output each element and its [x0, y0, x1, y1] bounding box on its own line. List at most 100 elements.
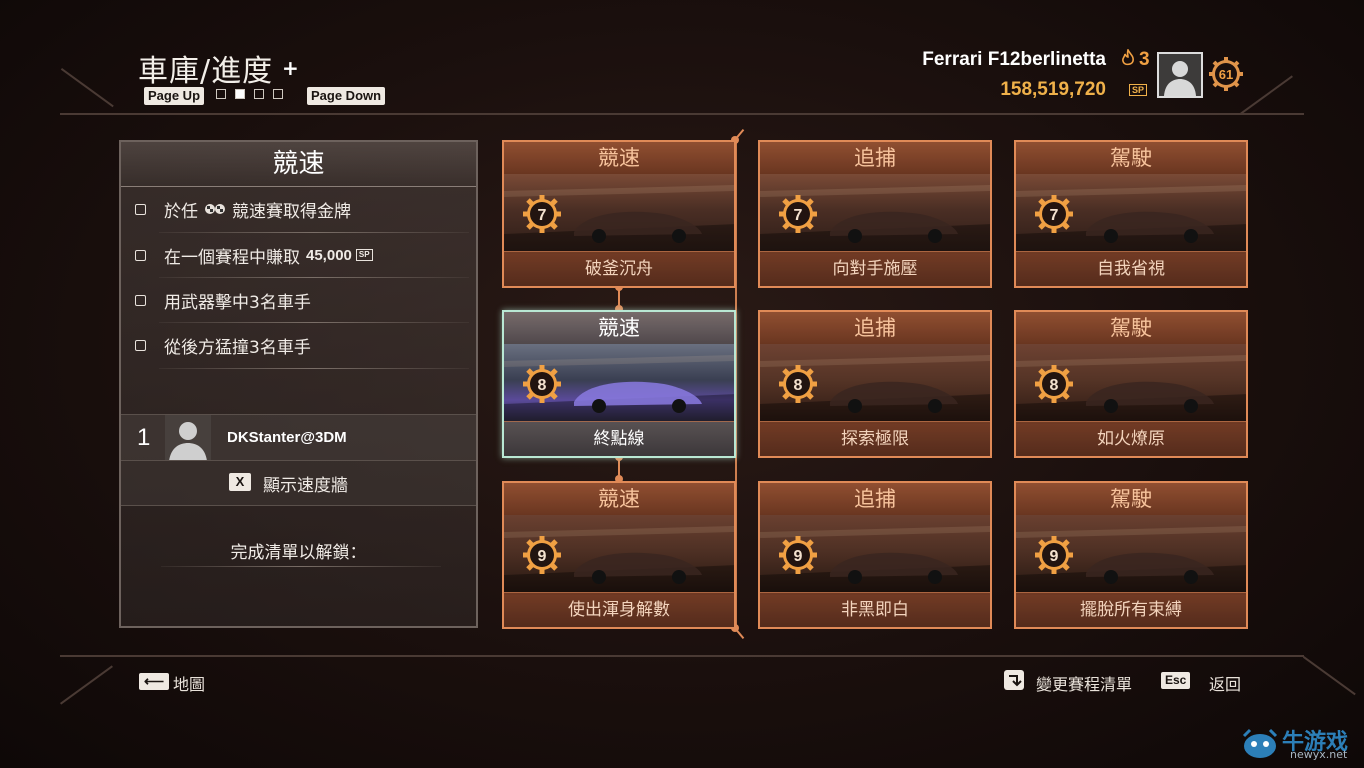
event-category: 競速: [504, 483, 734, 516]
event-card[interactable]: 追捕 7 向對手施壓: [758, 140, 992, 288]
level-gear-icon: 9: [779, 536, 817, 574]
task-amount: 45,000: [306, 246, 352, 264]
event-card[interactable]: 駕駛 7 自我省視: [1014, 140, 1248, 288]
level-gear-icon: 61: [1209, 57, 1243, 91]
title-plus-icon: +: [282, 56, 299, 80]
event-card[interactable]: 追捕 8 探索極限: [758, 310, 992, 458]
event-card[interactable]: 駕駛 9 擺脫所有束縛: [1014, 481, 1248, 629]
leaderboard-row[interactable]: 1 DKStanter@3DM: [121, 414, 476, 461]
page-title: 車庫/進度: [138, 54, 274, 89]
event-thumbnail: 9: [504, 515, 734, 595]
change-list-button[interactable]: 變更賽程清單: [1036, 671, 1132, 695]
silhouette-icon: [169, 422, 207, 461]
event-level: 7: [538, 207, 547, 224]
checkbox-icon: [135, 249, 146, 261]
event-thumbnail: 7: [504, 174, 734, 254]
page-dot-active[interactable]: [235, 89, 245, 99]
event-name: 使出渾身解數: [504, 592, 734, 627]
flame-icon: [1122, 47, 1134, 66]
back-arrow-key-icon: ⟵: [139, 673, 169, 690]
event-level: 9: [1050, 548, 1059, 565]
change-list-icon: [1004, 670, 1024, 690]
task-item: 用武器擊中3名車手: [135, 287, 311, 313]
heat-level-value: 3: [1139, 49, 1150, 70]
event-name: 破釜沉舟: [504, 251, 734, 286]
level-gear-icon: 8: [779, 365, 817, 403]
level-gear-icon: 7: [523, 195, 561, 233]
level-gear-icon: 7: [779, 195, 817, 233]
divider: [159, 368, 469, 369]
event-card[interactable]: 競速 9 使出渾身解數: [502, 481, 736, 629]
x-key: X: [229, 473, 251, 491]
divider: [159, 232, 469, 233]
task-label: 競速賽取得金牌: [232, 201, 351, 222]
frame-corner: [1302, 656, 1356, 696]
event-level: 7: [1050, 207, 1059, 224]
page-up-key[interactable]: Page Up: [144, 87, 205, 105]
event-category: 追捕: [760, 312, 990, 345]
event-card[interactable]: 駕駛 8 如火燎原: [1014, 310, 1248, 458]
silhouette-icon: [1164, 61, 1196, 96]
event-thumbnail: 9: [1016, 515, 1246, 595]
task-label: 從後方猛撞3名車手: [164, 337, 311, 358]
player-avatar[interactable]: [1157, 52, 1203, 98]
event-name: 擺脫所有束縛: [1016, 592, 1246, 627]
footer-frame-line: [60, 655, 1304, 657]
header-frame-line: [60, 113, 1304, 115]
speedwall-label: 顯示速度牆: [263, 476, 348, 496]
checkbox-icon: [135, 203, 146, 215]
event-level: 8: [538, 377, 547, 394]
event-name: 非黑即白: [760, 592, 990, 627]
event-name: 探索極限: [760, 421, 990, 456]
checkbox-icon: [135, 294, 146, 306]
event-thumbnail: 7: [1016, 174, 1246, 254]
event-category: 駕駛: [1016, 312, 1246, 345]
event-name: 終點線: [504, 421, 734, 456]
back-button[interactable]: 返回: [1209, 671, 1241, 695]
level-gear-icon: 8: [523, 365, 561, 403]
watermark-logo-icon: [1242, 728, 1278, 758]
level-gear-icon: 7: [1035, 195, 1073, 233]
level-gear-icon: 9: [1035, 536, 1073, 574]
frame-corner: [1240, 75, 1293, 115]
frame-corner: [60, 665, 113, 705]
event-card[interactable]: 競速 8 終點線: [502, 310, 736, 458]
event-category: 駕駛: [1016, 142, 1246, 175]
page-dot[interactable]: [254, 89, 264, 99]
level-gear-icon: 8: [1035, 365, 1073, 403]
event-card[interactable]: 競速 7 破釜沉舟: [502, 140, 736, 288]
event-category: 競速: [504, 142, 734, 175]
event-name: 自我省視: [1016, 251, 1246, 286]
event-name: 向對手施壓: [760, 251, 990, 286]
frame-corner: [60, 68, 114, 108]
challenge-panel: 競速 於任 競速賽取得金牌 在一個賽程中賺取 45,000 SP 用武器擊中3名…: [119, 140, 478, 628]
event-category: 追捕: [760, 483, 990, 516]
event-level: 8: [1050, 377, 1059, 394]
task-label: 於任: [164, 201, 198, 222]
show-speedwall-button[interactable]: X 顯示速度牆: [121, 460, 476, 506]
event-thumbnail: 9: [760, 515, 990, 595]
level-gear-icon: 9: [523, 536, 561, 574]
task-label: 在一個賽程中賺取: [164, 247, 300, 268]
divider: [161, 566, 441, 567]
page-down-key[interactable]: Page Down: [307, 87, 386, 105]
page-dot[interactable]: [273, 89, 283, 99]
page-indicator: [216, 89, 283, 99]
sp-amount: 158,519,720: [1000, 79, 1106, 100]
player-level: 61: [1219, 67, 1233, 82]
task-item: 從後方猛撞3名車手: [135, 332, 311, 358]
event-name: 如火燎原: [1016, 421, 1246, 456]
event-card[interactable]: 追捕 9 非黑即白: [758, 481, 992, 629]
event-thumbnail: 8: [504, 344, 734, 424]
map-button[interactable]: 地圖: [173, 671, 205, 695]
page-dot[interactable]: [216, 89, 226, 99]
event-level: 7: [794, 207, 803, 224]
event-level: 9: [538, 548, 547, 565]
player-name: DKStanter@3DM: [227, 429, 347, 446]
divider: [159, 277, 469, 278]
task-label: 用武器擊中3名車手: [164, 292, 311, 313]
divider: [159, 322, 469, 323]
watermark-url: newyx.net: [1290, 748, 1348, 761]
event-level: 8: [794, 377, 803, 394]
esc-key: Esc: [1161, 672, 1191, 689]
